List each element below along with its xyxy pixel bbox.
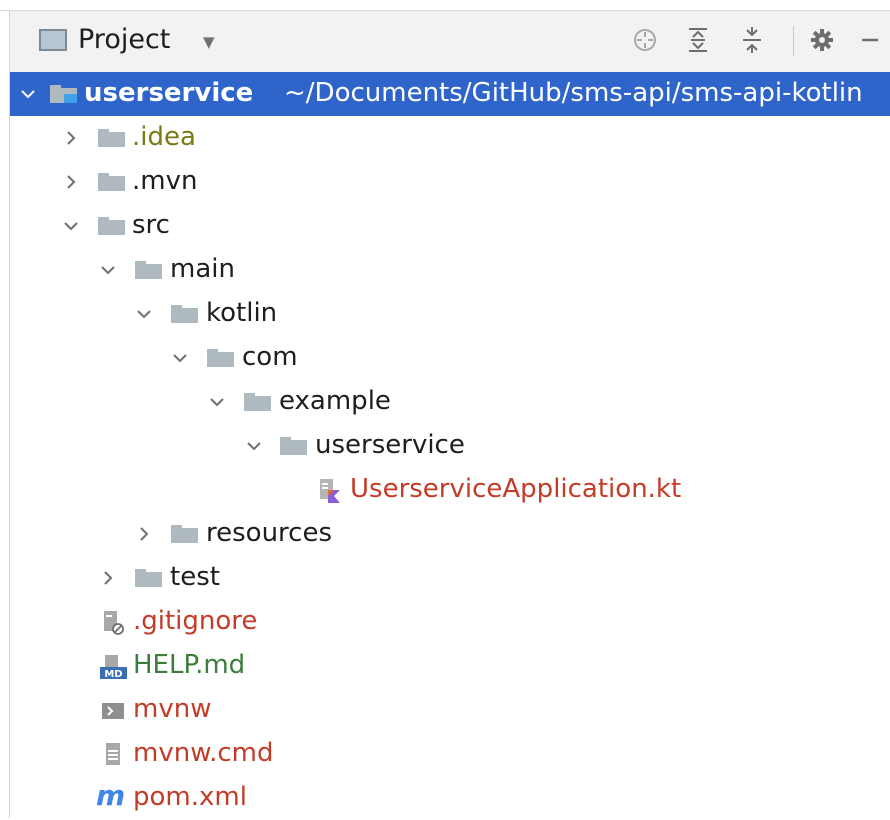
chevron-right-icon[interactable] xyxy=(100,570,116,586)
tree-row-help-md[interactable]: MD HELP.md xyxy=(10,644,890,688)
chevron-right-icon[interactable] xyxy=(63,130,79,146)
tree-row-mvn[interactable]: .mvn xyxy=(10,160,890,204)
tree-row-mvnw-cmd[interactable]: mvnw.cmd xyxy=(10,732,890,776)
ignore-file-icon xyxy=(104,611,124,635)
minimize-icon[interactable] xyxy=(853,23,887,57)
gear-icon[interactable] xyxy=(805,23,839,57)
tree-row-idea[interactable]: .idea xyxy=(10,116,890,160)
tree-row-example[interactable]: example xyxy=(10,380,890,424)
chevron-down-icon[interactable] xyxy=(136,306,152,322)
chevron-right-icon[interactable] xyxy=(63,174,79,190)
folder-icon xyxy=(98,129,125,147)
tree-row-kotlin[interactable]: kotlin xyxy=(10,292,890,336)
tree-item-label: mvnw xyxy=(133,694,212,724)
chevron-right-icon[interactable] xyxy=(136,526,152,542)
chevron-down-icon[interactable] xyxy=(20,86,36,102)
tree-row-kotlin-file[interactable]: UserserviceApplication.kt xyxy=(10,468,890,512)
tree-item-label: example xyxy=(279,386,391,416)
folder-icon xyxy=(171,525,198,543)
tree-row-resources[interactable]: resources xyxy=(10,512,890,556)
expand-all-icon[interactable] xyxy=(681,23,715,57)
text-file-icon xyxy=(106,743,120,765)
tree-row-userservice-package[interactable]: userservice xyxy=(10,424,890,468)
folder-icon xyxy=(98,173,125,191)
tree-item-label: src xyxy=(132,210,170,240)
markdown-file-icon: MD xyxy=(100,655,127,680)
tree-row-mvnw[interactable]: mvnw xyxy=(10,688,890,732)
chevron-down-icon[interactable] xyxy=(100,262,116,278)
chevron-down-icon[interactable] xyxy=(209,394,225,410)
tree-item-label: kotlin xyxy=(206,298,278,328)
tree-item-label: userservice xyxy=(315,430,465,460)
chevron-down-icon[interactable] xyxy=(246,438,262,454)
tree-row-com[interactable]: com xyxy=(10,336,890,380)
tree-row-pom-xml[interactable]: m pom.xml xyxy=(10,776,890,820)
project-view-selector[interactable]: Project xyxy=(78,24,170,55)
tree-item-label: pom.xml xyxy=(133,782,247,812)
folder-icon xyxy=(171,305,198,323)
collapse-all-icon[interactable] xyxy=(735,23,769,57)
tree-row-main[interactable]: main xyxy=(10,248,890,292)
maven-file-icon: m xyxy=(96,779,126,812)
window-top-edge xyxy=(0,0,890,11)
kotlin-file-icon xyxy=(320,479,340,503)
tree-item-label: .mvn xyxy=(132,166,198,196)
folder-icon xyxy=(280,437,307,455)
tree-item-label: mvnw.cmd xyxy=(133,738,274,768)
tree-item-label: HELP.md xyxy=(133,650,246,680)
toolbar-separator xyxy=(793,26,794,56)
tree-item-label: main xyxy=(170,254,235,284)
tree-row-test[interactable]: test xyxy=(10,556,890,600)
chevron-down-icon[interactable]: ▼ xyxy=(203,33,215,51)
root-module-path: ~/Documents/GitHub/sms-api/sms-api-kotli… xyxy=(284,78,863,108)
folder-icon xyxy=(207,349,234,367)
svg-text:MD: MD xyxy=(104,669,122,680)
module-folder-icon xyxy=(50,85,77,103)
tree-row-gitignore[interactable]: .gitignore xyxy=(10,600,890,644)
root-module-name: userservice xyxy=(84,78,254,108)
tree-row-root[interactable]: userservice ~/Documents/GitHub/sms-api/s… xyxy=(10,72,890,116)
chevron-down-icon[interactable] xyxy=(63,218,79,234)
folder-icon xyxy=(244,393,271,411)
shell-script-icon xyxy=(102,703,124,719)
tree-row-src[interactable]: src xyxy=(10,204,890,248)
folder-icon xyxy=(98,217,125,235)
project-toolbar: Project ▼ xyxy=(10,11,890,72)
tree-item-label: resources xyxy=(206,518,333,548)
chevron-down-icon[interactable] xyxy=(172,350,188,366)
tree-item-label: test xyxy=(170,562,220,592)
tree-item-label: UserserviceApplication.kt xyxy=(350,474,682,504)
tree-item-label: .idea xyxy=(132,122,196,152)
locate-icon[interactable] xyxy=(628,23,662,57)
project-window-icon xyxy=(39,29,67,51)
folder-icon xyxy=(135,261,162,279)
tree-item-label: .gitignore xyxy=(133,606,258,636)
tree-item-label: com xyxy=(242,342,298,372)
folder-icon xyxy=(135,569,162,587)
